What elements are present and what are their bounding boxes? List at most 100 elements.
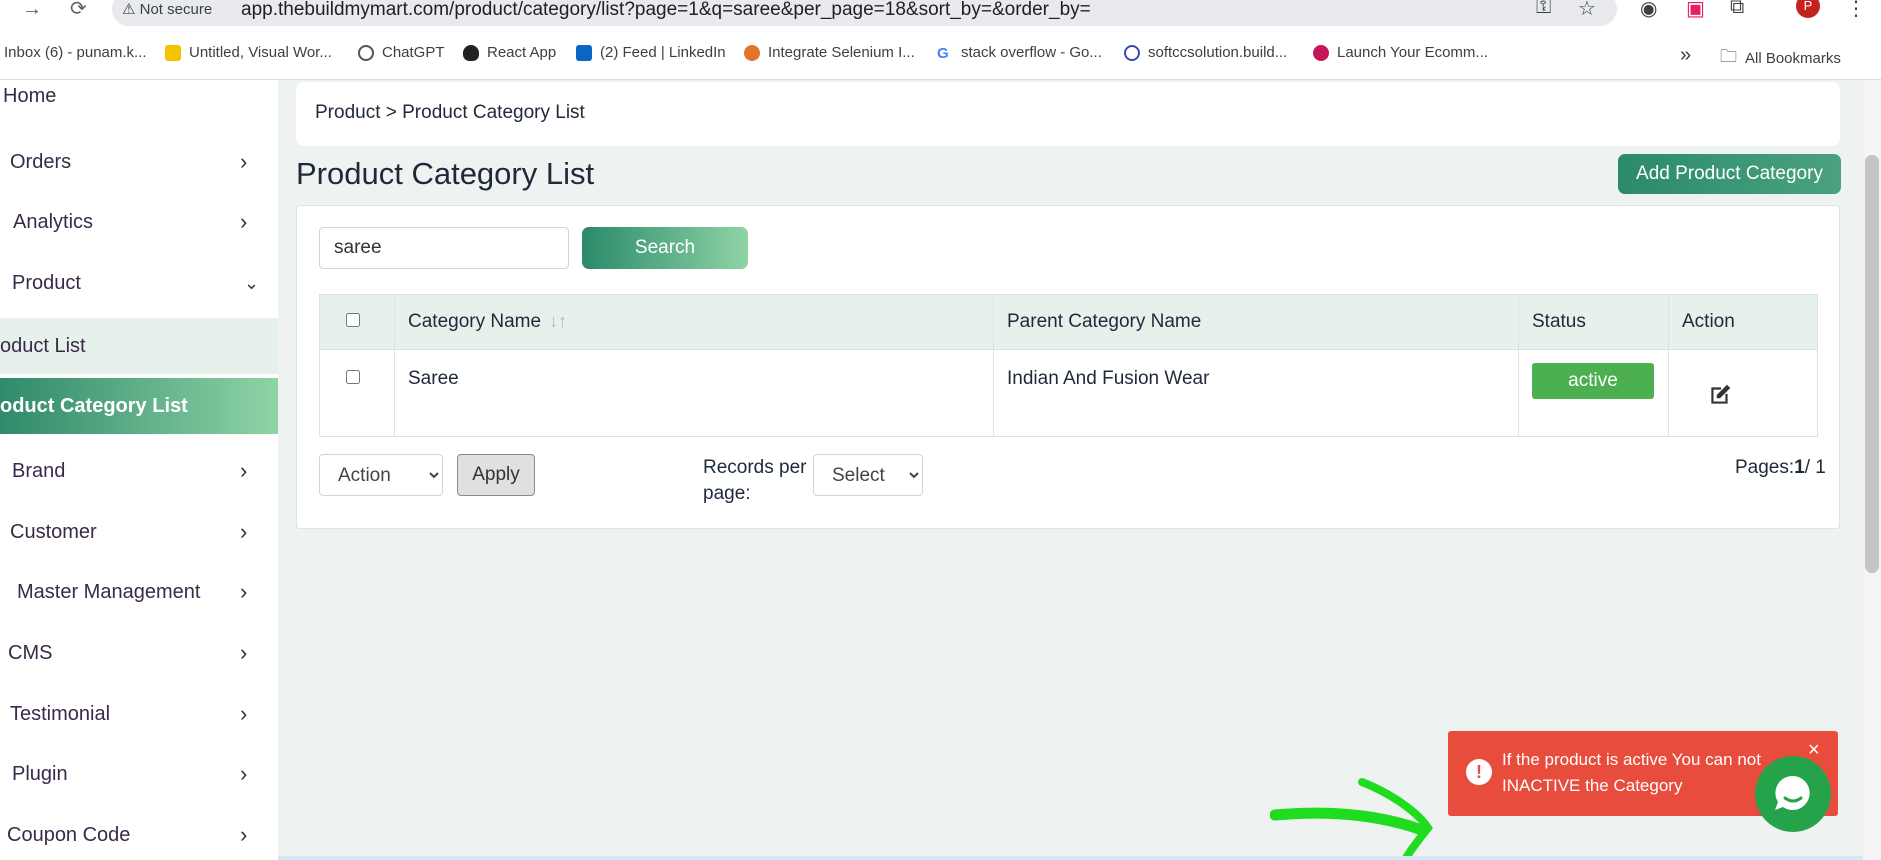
more-bookmarks-icon[interactable]: » [1680,44,1691,67]
sort-icon[interactable]: ↓↑ [549,311,567,331]
status-badge[interactable]: active [1532,363,1654,399]
sidebar-item-label: Analytics [13,210,94,233]
bookmark-label: softccsolution.build... [1148,44,1288,61]
column-category-name[interactable]: Category Name ↓↑ [394,294,994,350]
bookmark-react-app[interactable]: React App [463,44,556,61]
column-label: Action [1682,311,1735,332]
sidebar-item-label: CMS [8,641,53,664]
linkedin-icon [576,44,592,61]
extension-square-icon[interactable]: ▣ [1686,0,1705,21]
toast-message: If the product is active You can not INA… [1502,750,1761,795]
all-bookmarks[interactable]: 🗀 All Bookmarks [1720,44,1841,73]
status-cell: active [1518,349,1669,437]
bookmark-label: React App [487,44,557,61]
bookmark-linkedin[interactable]: (2) Feed | LinkedIn [576,44,726,61]
sidebar-item-label: Testimonial [10,702,111,725]
row-checkbox[interactable] [346,370,360,384]
react-app-icon [463,44,479,61]
sidebar-item-coupon-code[interactable]: Coupon Code › [0,811,278,859]
total-pages: / 1 [1804,457,1826,478]
table-header-row: Category Name ↓↑ Parent Category Name Sta… [319,294,1818,350]
search-button[interactable]: Search [582,227,748,269]
security-label: Not secure [139,1,213,18]
bookmark-miro[interactable]: Untitled, Visual Wor... [165,44,332,61]
column-label: Status [1532,311,1586,332]
bookmark-chatgpt[interactable]: ChatGPT [358,44,445,61]
bookmark-inbox[interactable]: Inbox (6) - punam.k... [4,44,147,61]
sidebar-item-product[interactable]: Product ⌄ [0,259,278,307]
chat-bubble-icon [1775,775,1810,810]
reload-icon[interactable]: ⟳ [70,0,87,19]
bulk-action-select[interactable]: Action [319,454,443,496]
add-product-category-button[interactable]: Add Product Category [1618,154,1841,194]
edit-icon[interactable] [1707,382,1733,408]
chevron-right-icon: › [240,579,248,604]
category-table: Category Name ↓↑ Parent Category Name Sta… [319,294,1818,437]
browser-toolbar: → ⟳ ⚠ Not secure app.thebuildmymart.com/… [0,0,1881,28]
bookmark-stackoverflow[interactable]: Gstack overflow - Go... [937,44,1102,62]
sidebar-item-label: Product [12,271,81,294]
chat-button[interactable] [1755,756,1831,832]
chevron-right-icon: › [240,761,248,786]
breadcrumb[interactable]: Product > Product Category List [315,102,585,124]
url-text[interactable]: app.thebuildmymart.com/product/category/… [241,0,1091,21]
search-input[interactable] [319,227,569,269]
select-all-checkbox[interactable] [346,313,360,327]
chevron-right-icon: › [240,149,248,174]
bookmark-label: ChatGPT [382,44,445,61]
apply-button[interactable]: Apply [457,454,535,496]
sidebar-item-orders[interactable]: Orders › [0,138,278,186]
browser-menu-icon[interactable]: ⋮ [1846,0,1866,21]
sidebar-item-analytics[interactable]: Analytics › [0,198,278,246]
bookmark-softcc[interactable]: softccsolution.build... [1124,44,1287,61]
sidebar-item-home[interactable]: Home [0,80,278,112]
table-row: Saree Indian And Fusion Wear active [319,349,1818,437]
chevron-down-icon: ⌄ [244,272,260,293]
chevron-right-icon: › [240,209,248,234]
sidebar: Home Orders › Analytics › Product ⌄ oduct L… [0,80,278,860]
sidebar-item-master-management[interactable]: Master Management › [0,568,278,616]
select-all-cell [319,294,395,350]
chevron-right-icon: › [240,458,248,483]
row-select-cell [319,349,395,437]
bookmark-launch-ecomm[interactable]: Launch Your Ecomm... [1313,44,1488,61]
profile-avatar[interactable]: P [1796,0,1820,18]
extension-color-icon[interactable]: ◉ [1640,0,1657,21]
bookmark-label: Integrate Selenium I... [768,44,915,61]
sidebar-item-label: Brand [12,459,66,482]
column-label: Category Name [408,311,542,332]
sidebar-item-customer[interactable]: Customer › [0,508,278,556]
sidebar-item-product-list[interactable]: oduct List [0,318,278,374]
action-cell [1668,349,1818,437]
sidebar-item-label: Coupon Code [7,823,131,846]
page-title: Product Category List [296,156,595,191]
sidebar-item-brand[interactable]: Brand › [0,447,278,495]
records-per-page-select[interactable]: Select [813,454,923,496]
forward-icon[interactable]: → [22,0,42,19]
launch-icon [1313,44,1329,61]
bookmark-star-icon[interactable]: ☆ [1578,0,1596,21]
extensions-puzzle-icon[interactable]: ⧉ [1730,0,1744,19]
bookmark-label: (2) Feed | LinkedIn [600,44,726,61]
sidebar-item-label: oduct Category List [0,394,188,417]
bookmark-label: Untitled, Visual Wor... [189,44,332,61]
sidebar-item-label: Home [3,84,57,107]
sidebar-item-plugin[interactable]: Plugin › [0,750,278,798]
bookmark-selenium[interactable]: Integrate Selenium I... [744,44,915,61]
folder-icon: 🗀 [1720,47,1737,66]
pages-label: Pages: [1735,457,1795,478]
column-label: Parent Category Name [1007,311,1202,332]
sidebar-item-label: oduct List [0,334,86,357]
records-per-page-label: Records per page: [703,457,807,504]
column-status: Status [1518,294,1669,350]
password-key-icon[interactable]: ⚿ [1536,0,1551,19]
security-indicator[interactable]: ⚠ Not secure [122,0,212,18]
current-page: 1 [1794,457,1805,478]
chevron-right-icon: › [240,640,248,665]
chevron-right-icon: › [240,519,248,544]
scrollbar-thumb[interactable] [1865,155,1879,573]
bookmark-label: stack overflow - Go... [961,44,1102,61]
sidebar-item-cms[interactable]: CMS › [0,629,278,677]
sidebar-item-testimonial[interactable]: Testimonial › [0,690,278,738]
sidebar-item-product-category-list[interactable]: oduct Category List [0,378,278,434]
